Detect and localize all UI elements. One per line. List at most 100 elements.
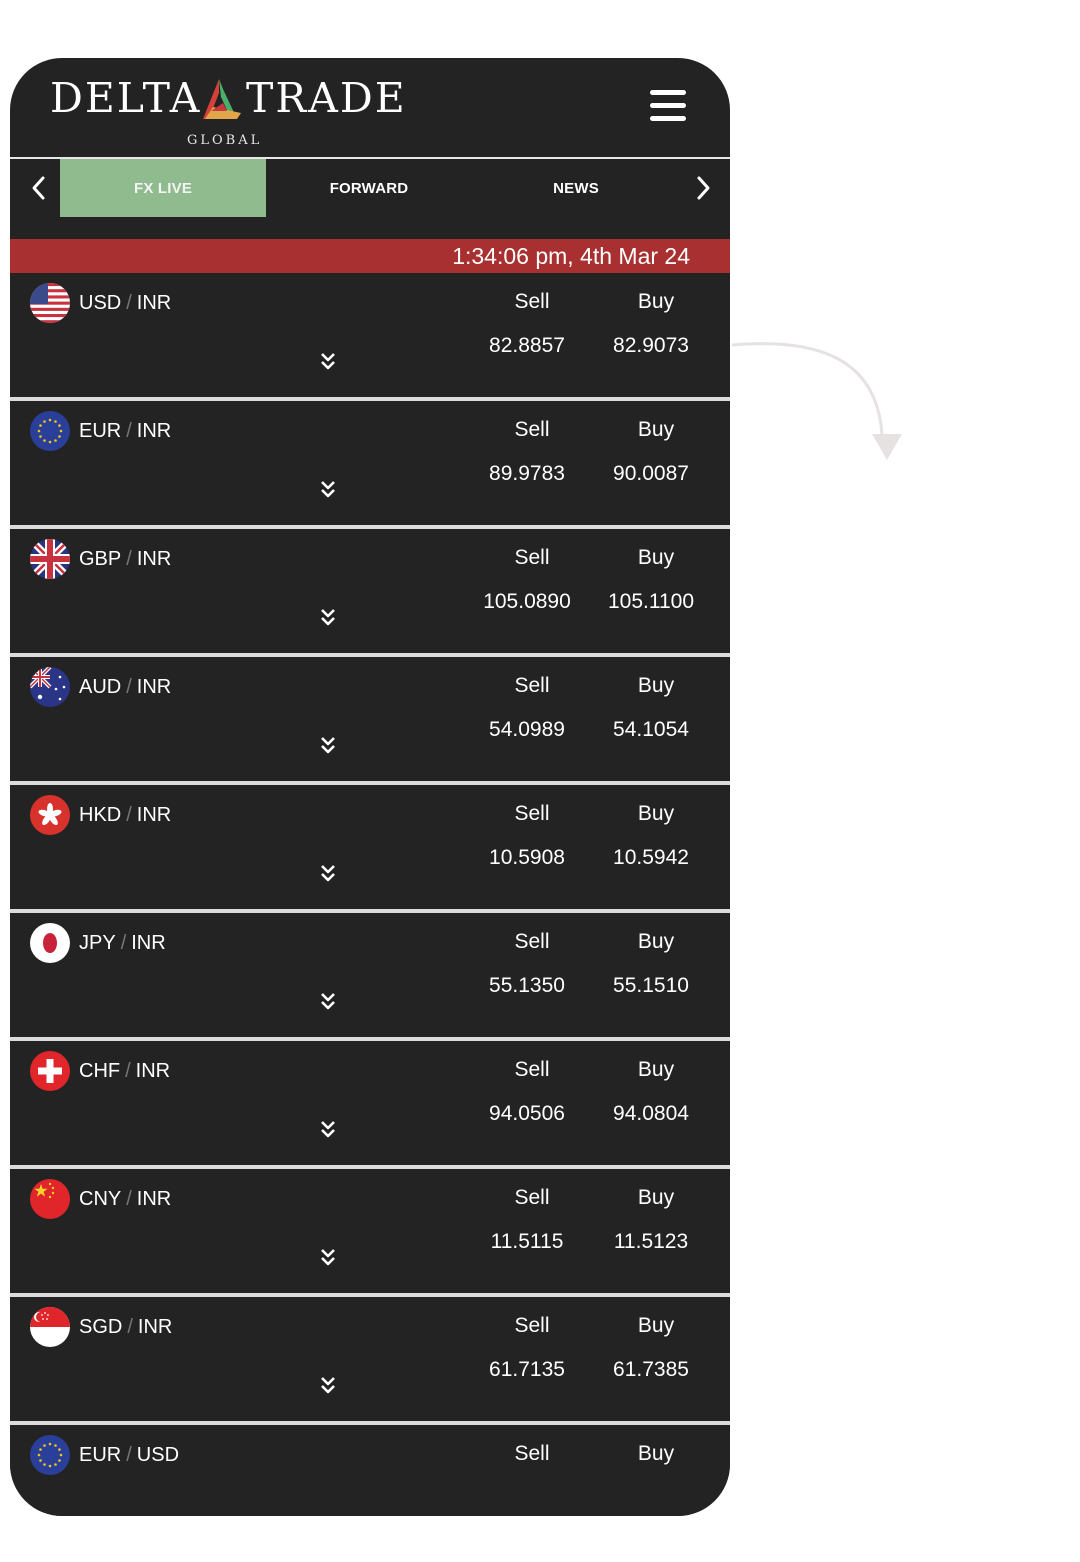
quote-currency: INR [136, 420, 172, 442]
buy-label: Buy [637, 290, 675, 313]
currency-pair: SGD / INR [79, 1316, 173, 1338]
hamburger-menu-button[interactable] [646, 90, 690, 126]
base-currency: EUR [79, 1444, 122, 1466]
quote-currency: USD [136, 1444, 180, 1466]
sell-rate: 55.1350 [489, 974, 565, 997]
quote-currency: INR [136, 676, 172, 698]
buy-rate: 11.5123 [613, 1230, 689, 1253]
currency-pair: EUR / USD [79, 1444, 180, 1466]
delta-trade-logo[interactable]: DELTA TRADE GLOBAL [50, 74, 405, 152]
rate-row-cny-inr: CNY / INR Sell Buy 11.5115 11.5123 [10, 1169, 730, 1293]
double-chevron-down-icon[interactable] [317, 990, 339, 1012]
logo-subtitle: GLOBAL [187, 133, 263, 148]
ch-flag-icon [30, 1051, 70, 1091]
timestamp-bar: 1:34:06 pm, 4th Mar 24 [10, 239, 730, 273]
currency-pair: HKD / INR [79, 804, 172, 826]
quote-currency: INR [131, 932, 166, 954]
sell-rate: 61.7135 [489, 1358, 565, 1381]
currency-pair: CHF / INR [79, 1060, 171, 1082]
buy-label: Buy [637, 1314, 675, 1337]
double-chevron-down-icon[interactable] [317, 1374, 339, 1396]
menu-icon-bar [650, 116, 686, 121]
cn-flag-icon [30, 1179, 70, 1219]
sell-label: Sell [514, 1442, 550, 1465]
tab-forward[interactable]: FORWARD [266, 159, 472, 217]
hk-flag-icon [30, 795, 70, 835]
tab-fx-live[interactable]: FX LIVE [60, 159, 266, 217]
last-updated-time: 1:34:06 pm, 4th Mar 24 [452, 243, 690, 269]
chevron-right-icon[interactable] [690, 173, 718, 203]
rate-row-sgd-inr: SGD / INR Sell Buy 61.7135 61.7385 [10, 1297, 730, 1421]
rate-row-gbp-inr: GBP / INR Sell Buy 105.0890 105.1100 [10, 529, 730, 653]
buy-label: Buy [637, 1058, 675, 1081]
chevron-left-icon[interactable] [24, 173, 52, 203]
double-chevron-down-icon[interactable] [317, 734, 339, 756]
double-chevron-down-icon[interactable] [317, 862, 339, 884]
base-currency: GBP [79, 548, 122, 570]
buy-rate: 105.1100 [607, 590, 695, 613]
currency-pair: AUD / INR [79, 676, 172, 698]
sg-flag-icon [30, 1307, 70, 1347]
currency-pair: JPY / INR [79, 932, 166, 954]
base-currency: AUD [79, 676, 122, 698]
rate-row-hkd-inr: HKD / INR Sell Buy 10.5908 10.5942 [10, 785, 730, 909]
base-currency: CHF [79, 1060, 121, 1082]
phone-frame: DELTA TRADE GLOBAL FX LIVE FORWARD NEWS [10, 58, 730, 1516]
sell-rate: 54.0989 [489, 718, 565, 741]
buy-rate: 10.5942 [613, 846, 689, 869]
eu-flag-icon [30, 411, 70, 451]
buy-rate: 82.9073 [613, 334, 689, 357]
currency-pair: USD / INR [79, 292, 172, 314]
app-header: DELTA TRADE GLOBAL [10, 58, 730, 157]
double-chevron-down-icon[interactable] [317, 606, 339, 628]
double-chevron-down-icon[interactable] [317, 1246, 339, 1268]
rate-row-eur-usd: EUR / USD Sell Buy [10, 1425, 730, 1516]
sell-rate: 10.5908 [489, 846, 565, 869]
eu-flag-icon [30, 1435, 70, 1475]
logo-text-left: DELTA [50, 74, 202, 122]
double-chevron-down-icon[interactable] [317, 478, 339, 500]
base-currency: CNY [79, 1188, 122, 1210]
base-currency: JPY [79, 932, 116, 954]
us-flag-icon [30, 283, 70, 323]
buy-rate: 54.1054 [613, 718, 689, 741]
double-chevron-down-icon[interactable] [317, 1118, 339, 1140]
buy-label: Buy [637, 802, 675, 825]
rate-row-usd-inr: USD / INR Sell Buy 82.8857 82.9073 [10, 273, 730, 397]
buy-label: Buy [637, 546, 675, 569]
delta-triangle-logo-icon [203, 79, 241, 119]
curved-arrow-icon [732, 342, 902, 460]
sell-label: Sell [514, 418, 550, 441]
sell-label: Sell [514, 802, 550, 825]
sell-rate: 82.8857 [489, 334, 565, 357]
au-flag-icon [30, 667, 70, 707]
buy-rate: 61.7385 [613, 1358, 689, 1381]
sell-rate: 11.5115 [490, 1230, 564, 1253]
tab-bar: FX LIVE FORWARD NEWS [10, 159, 730, 218]
buy-label: Buy [637, 674, 675, 697]
base-currency: EUR [79, 420, 122, 442]
tab-news[interactable]: NEWS [473, 159, 679, 217]
sell-label: Sell [514, 546, 550, 569]
sell-rate: 105.0890 [483, 590, 571, 613]
buy-rate: 55.1510 [613, 974, 689, 997]
quote-currency: INR [136, 1188, 172, 1210]
base-currency: SGD [79, 1316, 123, 1338]
menu-icon-bar [650, 103, 686, 108]
sell-label: Sell [514, 674, 550, 697]
currency-pair: CNY / INR [79, 1188, 172, 1210]
buy-rate: 90.0087 [613, 462, 689, 485]
sell-label: Sell [514, 1058, 550, 1081]
quote-currency: INR [137, 1316, 173, 1338]
quote-currency: INR [136, 548, 172, 570]
sell-label: Sell [514, 930, 550, 953]
double-chevron-down-icon[interactable] [317, 350, 339, 372]
currency-pair: EUR / INR [79, 420, 172, 442]
buy-rate: 94.0804 [613, 1102, 689, 1125]
buy-label: Buy [637, 418, 675, 441]
base-currency: USD [79, 292, 122, 314]
rate-row-chf-inr: CHF / INR Sell Buy 94.0506 94.0804 [10, 1041, 730, 1165]
sell-label: Sell [514, 1314, 550, 1337]
menu-icon-bar [650, 90, 686, 95]
logo-text-right: TRADE [246, 74, 407, 122]
